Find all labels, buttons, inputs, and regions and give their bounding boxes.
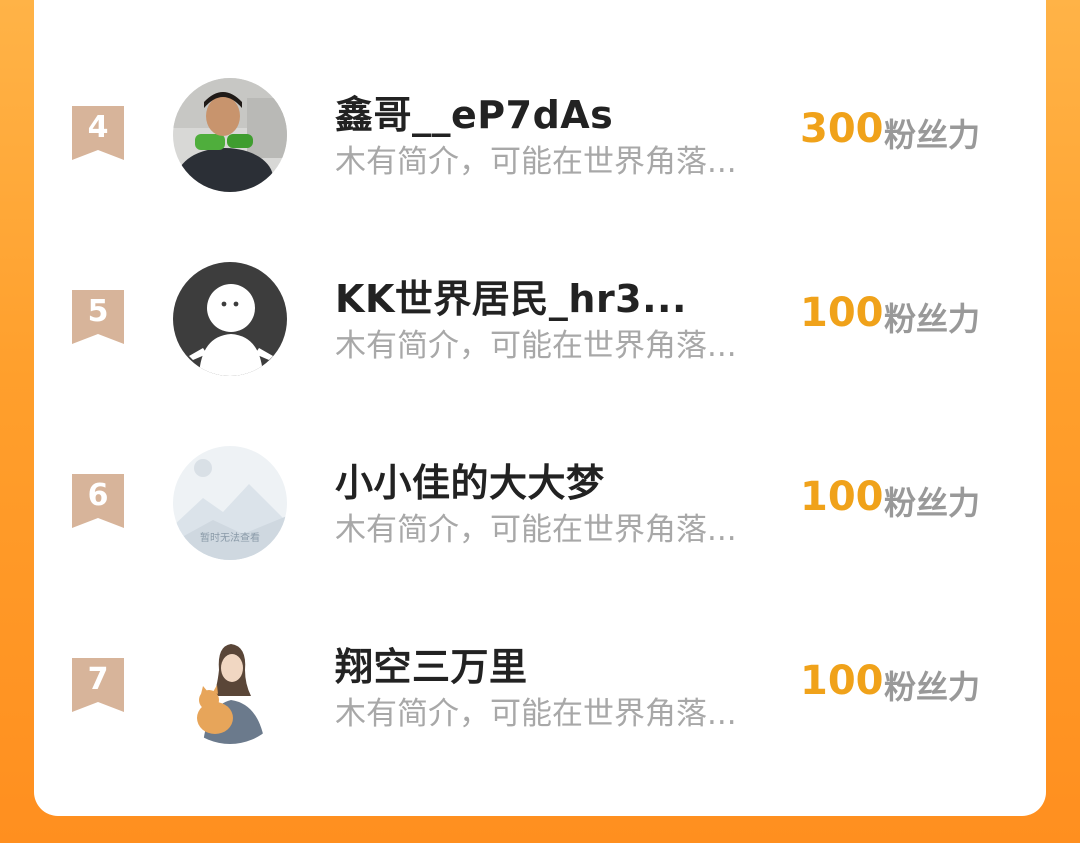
rank-number: 6 — [87, 478, 109, 513]
rank-badge: 6 — [72, 474, 124, 528]
rank-number: 4 — [87, 110, 109, 145]
fan-power-label: 粉丝力 — [884, 300, 981, 338]
ranking-row[interactable]: 6 暂时无法查看 小小佳的大大梦 木有简介，可能在世界角落... 100 粉丝力 — [0, 438, 1080, 568]
user-name[interactable]: KK世界居民_hr3... — [335, 268, 687, 323]
image-unavailable-avatar[interactable]: 暂时无法查看 — [173, 446, 287, 560]
photo-girl-avatar[interactable] — [173, 78, 287, 192]
fan-power-score: 100 — [800, 474, 884, 520]
user-bio: 木有简介，可能在世界角落... — [335, 144, 737, 180]
default-person-avatar[interactable] — [173, 262, 287, 376]
ranking-row[interactable]: 5 KK世界居民_hr3... 木有简介，可能在世界角落... 100 粉丝力 — [0, 254, 1080, 384]
rank-badge: 7 — [72, 658, 124, 712]
rank-badge: 4 — [72, 106, 124, 160]
user-bio: 木有简介，可能在世界角落... — [335, 328, 737, 364]
ranking-row[interactable]: 4 鑫哥__eP7dAs 木有简介，可能在世界角落... 300 粉丝力 — [0, 70, 1080, 200]
user-bio: 木有简介，可能在世界角落... — [335, 512, 737, 548]
user-bio: 木有简介，可能在世界角落... — [335, 696, 737, 732]
avatar-caption: 暂时无法查看 — [200, 531, 260, 544]
fan-power-label: 粉丝力 — [884, 668, 981, 706]
ranking-row[interactable]: 7 翔空三万里 木有简介，可能在世界角落... 100 粉丝力 — [0, 622, 1080, 752]
illustration-cat-avatar[interactable] — [173, 630, 287, 744]
rank-number: 7 — [87, 662, 109, 697]
fan-power-score: 300 — [800, 106, 884, 152]
user-name[interactable]: 小小佳的大大梦 — [335, 452, 605, 507]
fan-power-score: 100 — [800, 658, 884, 704]
fan-power-label: 粉丝力 — [884, 116, 981, 154]
fan-power-score: 100 — [800, 290, 884, 336]
user-name[interactable]: 翔空三万里 — [335, 636, 528, 691]
user-name[interactable]: 鑫哥__eP7dAs — [335, 84, 613, 139]
rank-number: 5 — [87, 294, 109, 329]
rank-badge: 5 — [72, 290, 124, 344]
fan-power-label: 粉丝力 — [884, 484, 981, 522]
